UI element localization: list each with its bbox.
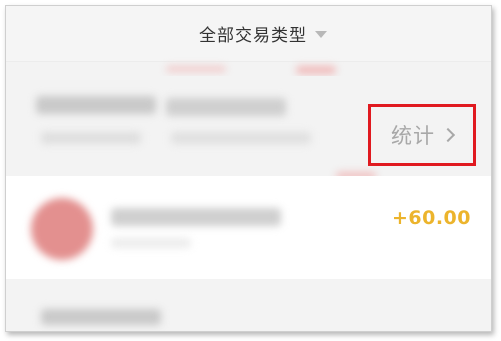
- blurred-content: [166, 66, 226, 72]
- transaction-type-filter[interactable]: 全部交易类型: [199, 20, 327, 46]
- caret-down-icon: [315, 30, 327, 38]
- blurred-month-label: [41, 309, 161, 325]
- blurred-month-label: [36, 96, 156, 114]
- filter-label: 全部交易类型: [199, 25, 307, 46]
- header-bar: 全部交易类型: [6, 6, 491, 62]
- blurred-merchant-name: [111, 208, 281, 226]
- stats-button[interactable]: 统计: [368, 104, 476, 166]
- transaction-row[interactable]: +60.00: [6, 176, 491, 279]
- blurred-total-label: [166, 98, 286, 116]
- chevron-right-icon: [440, 127, 456, 143]
- blurred-subtext: [41, 132, 141, 144]
- screenshot-frame: 全部交易类型 统计 +60.00: [5, 5, 492, 332]
- blurred-transaction-time: [111, 238, 191, 248]
- next-summary-row: [6, 279, 491, 331]
- stats-label: 统计: [391, 124, 435, 148]
- merchant-avatar-icon: [31, 198, 93, 260]
- blurred-content: [296, 66, 336, 74]
- blurred-subtext: [171, 132, 311, 144]
- transaction-amount: +60.00: [391, 207, 471, 229]
